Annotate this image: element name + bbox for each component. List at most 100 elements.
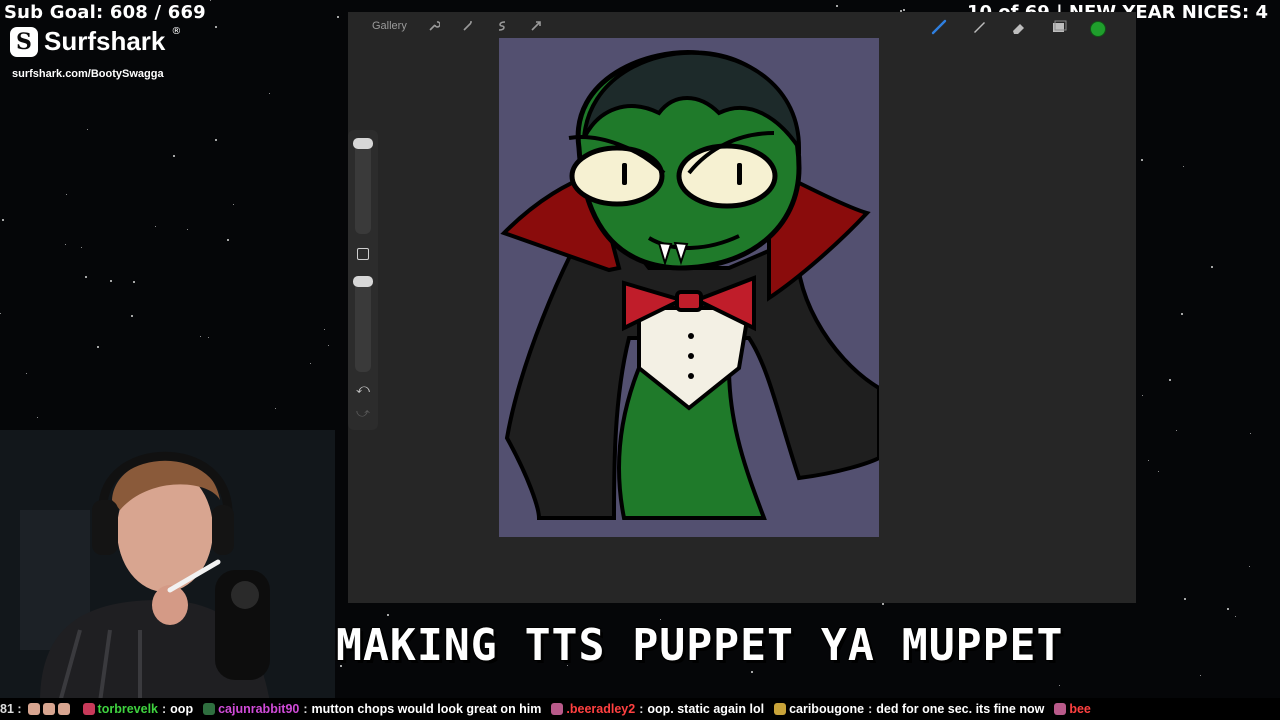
star bbox=[310, 363, 311, 364]
eye-right bbox=[676, 143, 778, 209]
eye-left bbox=[569, 145, 665, 207]
modify-button[interactable] bbox=[357, 248, 369, 260]
star bbox=[903, 9, 905, 11]
brush-size-knob[interactable] bbox=[353, 138, 373, 149]
brush-icon[interactable] bbox=[930, 18, 948, 40]
star bbox=[1142, 395, 1143, 396]
chat-username[interactable]: bee bbox=[1069, 702, 1091, 716]
magic-wand-icon[interactable] bbox=[461, 19, 475, 33]
color-picker-button[interactable] bbox=[1090, 21, 1106, 37]
star bbox=[1250, 433, 1251, 434]
eraser-icon[interactable] bbox=[1010, 18, 1028, 40]
star bbox=[173, 155, 175, 157]
chat-username[interactable]: caribougone bbox=[789, 702, 864, 716]
app-toolbar: Gallery bbox=[348, 12, 1136, 40]
chat-text: ded for one sec. its fine now bbox=[876, 702, 1045, 716]
star bbox=[26, 373, 27, 374]
smudge-icon[interactable] bbox=[970, 18, 988, 40]
star bbox=[66, 194, 67, 195]
star bbox=[1158, 471, 1159, 472]
streamer-webcam-image bbox=[0, 430, 335, 702]
redo-icon[interactable]: ⤻ bbox=[356, 406, 370, 421]
star bbox=[328, 345, 329, 346]
chat-username[interactable]: cajunrabbit90 bbox=[218, 702, 299, 716]
chat-text: mutton chops would look great on him bbox=[311, 702, 542, 716]
brush-sidebar: ⤺ ⤻ bbox=[348, 130, 378, 430]
undo-icon[interactable]: ⤺ bbox=[356, 382, 370, 397]
emote-icon bbox=[42, 703, 55, 715]
star bbox=[233, 204, 234, 205]
opacity-knob[interactable] bbox=[353, 276, 373, 287]
sub-goal-text: Sub Goal: 608 / 669 bbox=[4, 2, 206, 23]
star bbox=[187, 229, 188, 230]
surfshark-logo-icon: S bbox=[10, 26, 38, 57]
star bbox=[1176, 430, 1177, 431]
opacity-slider[interactable] bbox=[355, 276, 371, 372]
selection-icon[interactable] bbox=[495, 19, 509, 33]
star bbox=[1059, 685, 1060, 686]
sponsor-url: surfshark.com/BootySwagga bbox=[12, 68, 164, 80]
gallery-button[interactable]: Gallery bbox=[372, 20, 407, 32]
sponsor-registered-mark: ® bbox=[171, 26, 182, 37]
chat-message: cajunrabbit90 : mutton chops would look … bbox=[203, 702, 541, 716]
chat-message: caribougone : ded for one sec. its fine … bbox=[774, 702, 1044, 716]
emote-icon bbox=[27, 703, 40, 715]
star bbox=[208, 337, 209, 338]
star bbox=[1183, 166, 1184, 167]
chat-message: bee bbox=[1054, 702, 1091, 716]
star bbox=[275, 408, 276, 409]
heart-badge-icon bbox=[82, 703, 95, 715]
star bbox=[1169, 379, 1171, 381]
star bbox=[337, 16, 339, 18]
star bbox=[210, 0, 211, 1]
star bbox=[324, 329, 325, 330]
star bbox=[1235, 616, 1236, 617]
transform-arrow-icon[interactable] bbox=[529, 19, 543, 33]
star bbox=[1211, 266, 1213, 268]
chat-username[interactable]: .beeradley2 bbox=[566, 702, 635, 716]
sponsor-name: Surfshark bbox=[44, 26, 166, 56]
star bbox=[200, 336, 201, 337]
star bbox=[1141, 159, 1143, 161]
star bbox=[227, 239, 229, 241]
badge-icon bbox=[203, 703, 216, 715]
ticker-lead-fragment: 81 : bbox=[0, 702, 73, 716]
star bbox=[1249, 566, 1250, 567]
star bbox=[1181, 313, 1183, 315]
star bbox=[836, 5, 838, 7]
chat-text: oop bbox=[170, 702, 194, 716]
right-toolset bbox=[930, 18, 1106, 40]
star bbox=[1227, 608, 1229, 610]
drawing-app-window: Gallery ⤺ ⤻ bbox=[348, 12, 1136, 603]
star bbox=[110, 280, 112, 282]
star bbox=[97, 346, 99, 348]
star bbox=[0, 313, 1, 314]
emote-icon bbox=[57, 703, 70, 715]
stream-title-banner: MAKING TTS PUPPET YA MUPPET bbox=[336, 620, 1064, 671]
star bbox=[65, 244, 66, 245]
star bbox=[1148, 460, 1149, 461]
webcam-feed bbox=[0, 430, 335, 702]
sponsor-banner: S Surfshark ® bbox=[10, 26, 181, 57]
brush-size-slider[interactable] bbox=[355, 138, 371, 234]
chat-username[interactable]: torbrevelk bbox=[98, 702, 158, 716]
crown-badge-icon bbox=[774, 703, 787, 715]
star bbox=[133, 281, 135, 283]
star bbox=[882, 603, 884, 605]
chat-message: torbrevelk : oop bbox=[82, 702, 194, 716]
drawing-canvas[interactable] bbox=[499, 38, 879, 537]
star bbox=[37, 417, 38, 418]
badge-icon bbox=[551, 703, 564, 715]
star bbox=[1184, 598, 1186, 600]
star bbox=[85, 276, 87, 278]
star bbox=[387, 614, 389, 616]
wrench-icon[interactable] bbox=[427, 19, 441, 33]
star bbox=[215, 26, 217, 28]
star bbox=[81, 247, 82, 248]
star bbox=[87, 129, 88, 130]
star bbox=[269, 93, 270, 94]
badge-icon bbox=[1054, 703, 1067, 715]
layers-icon[interactable] bbox=[1050, 18, 1068, 40]
star bbox=[155, 226, 156, 227]
star bbox=[131, 315, 133, 317]
